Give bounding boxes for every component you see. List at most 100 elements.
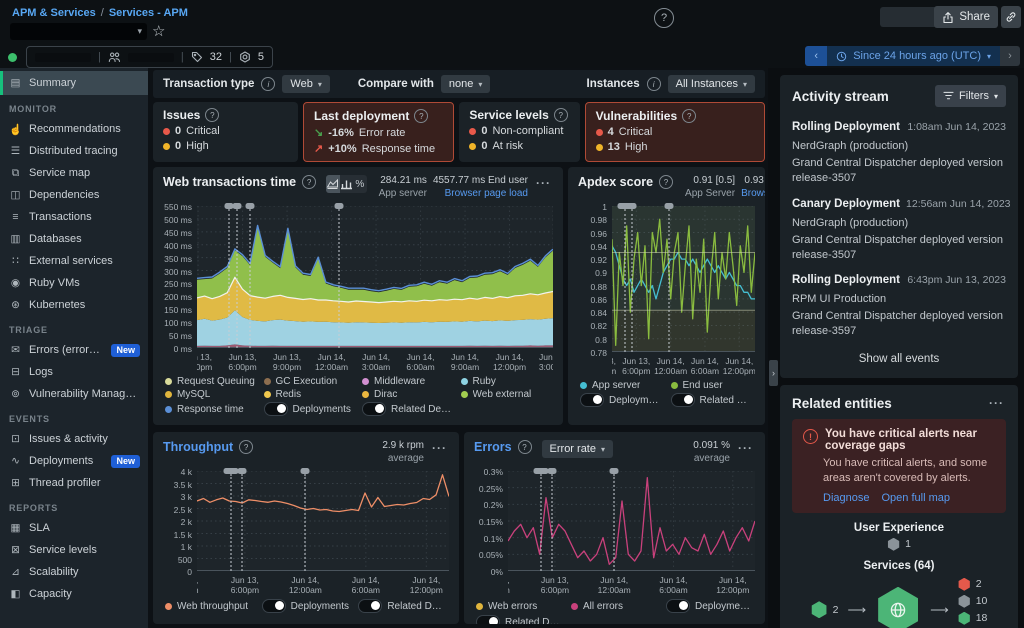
toggle-switch[interactable] [666, 599, 690, 613]
area-chart-toggle[interactable] [326, 175, 339, 193]
legend-deployments[interactable]: Deployments [264, 402, 355, 416]
current-service-node[interactable] [875, 587, 921, 628]
card-vulnerabilities[interactable]: Vulnerabilities?4Critical13High [585, 102, 765, 162]
activity-event[interactable]: Rolling Deployment6:43pm Jun 13, 2023RPM… [780, 264, 1018, 341]
help-icon[interactable]: ? [414, 109, 428, 123]
legend-deployments[interactable]: Deployments [580, 393, 663, 407]
web-transactions-chart[interactable] [197, 206, 553, 348]
collapse-rail-handle[interactable]: › [769, 360, 778, 386]
bar-chart-toggle[interactable] [340, 175, 353, 193]
sidebar-item-databases[interactable]: ▥Databases [0, 228, 148, 250]
instances-dropdown[interactable]: All Instances ▾ [668, 75, 755, 93]
show-all-events-link[interactable]: Show all events [780, 353, 1018, 365]
breadcrumb-link-services-apm[interactable]: Services - APM [109, 7, 188, 19]
deployment-marker-pin[interactable] [232, 203, 241, 209]
copy-link-button[interactable] [1001, 6, 1021, 28]
user-experience-entity[interactable]: 1 [887, 538, 911, 551]
sidebar-item-vulnerability-management[interactable]: ⊚Vulnerability Management [0, 383, 148, 405]
time-back-button[interactable]: ‹ [805, 46, 827, 66]
help-icon[interactable]: ? [239, 440, 253, 454]
throughput-chart[interactable] [197, 471, 449, 571]
activity-event[interactable]: Canary Deployment12:56am Jun 14, 2023Ner… [780, 188, 1018, 265]
breadcrumb-link-apm-services[interactable]: APM & Services [12, 7, 96, 19]
deployment-marker-pin[interactable] [335, 203, 344, 209]
sidebar-item-deployments[interactable]: ∿DeploymentsNew [0, 450, 148, 472]
percent-toggle[interactable]: % [353, 175, 366, 193]
info-icon[interactable]: i [647, 77, 661, 91]
entity-name-dropdown[interactable]: ▾ [10, 23, 147, 40]
sidebar-item-external-services[interactable]: ∷External services [0, 250, 148, 272]
service-group[interactable]: 18 [958, 612, 988, 625]
help-icon[interactable]: ? [518, 440, 532, 454]
filters-button[interactable]: Filters ▾ [935, 85, 1006, 107]
open-full-map-link[interactable]: Open full map [881, 492, 949, 504]
help-icon[interactable]: ? [682, 109, 696, 123]
errors-chart[interactable] [508, 471, 755, 571]
deployment-marker-pin[interactable] [301, 468, 310, 474]
throughput-title-link[interactable]: Throughput [163, 440, 233, 454]
deployment-marker-pin[interactable] [238, 468, 247, 474]
deployment-marker-pin[interactable] [534, 468, 549, 474]
favorite-star-icon[interactable]: ☆ [152, 22, 165, 40]
browser-link[interactable]: Browser [741, 188, 765, 201]
tags-count[interactable]: 32 [210, 51, 222, 63]
sidebar-item-sla[interactable]: ▦SLA [0, 517, 148, 539]
deployment-marker-pin[interactable] [610, 468, 619, 474]
help-icon[interactable]: ? [205, 108, 219, 122]
errors-title-link[interactable]: Errors [474, 440, 512, 454]
more-options-button[interactable]: ··· [987, 395, 1006, 411]
help-button[interactable]: ? [654, 8, 674, 28]
time-range-dropdown[interactable]: Since 24 hours ago (UTC) ▾ [827, 46, 1000, 66]
deployment-marker-pin[interactable] [548, 468, 557, 474]
diagnose-link[interactable]: Diagnose [823, 492, 869, 504]
sidebar-item-scalability[interactable]: ⊿Scalability [0, 561, 148, 583]
time-forward-button[interactable]: › [1000, 46, 1020, 66]
activity-event[interactable]: Rolling Deployment1:08am Jun 14, 2023Ner… [780, 111, 1018, 188]
card-issues[interactable]: Issues?0Critical0High [153, 102, 298, 162]
card-service-levels[interactable]: Service levels?0Non-compliant0At risk [459, 102, 579, 162]
sidebar-item-errors-errors-inbox[interactable]: ✉Errors (errors inbox)New [0, 339, 148, 361]
browser-page-load-link[interactable]: Browser page load [433, 188, 528, 201]
toggle-switch[interactable] [262, 599, 286, 613]
toggle-switch[interactable] [264, 402, 288, 416]
help-icon[interactable]: ? [302, 175, 316, 189]
error-rate-dropdown[interactable]: Error rate ▾ [542, 440, 613, 458]
legend-deployments[interactable]: Deployments [262, 599, 351, 613]
sidebar-item-dependencies[interactable]: ◫Dependencies [0, 184, 148, 206]
apdex-chart[interactable] [612, 206, 755, 352]
toggle-switch[interactable] [362, 402, 386, 416]
legend-related-deployments[interactable]: Related Deployments [362, 402, 453, 416]
card-last-deployment[interactable]: Last deployment?↘-16%Error rate↗+10%Resp… [303, 102, 454, 162]
toggle-switch[interactable] [580, 393, 604, 407]
toggle-switch[interactable] [358, 599, 382, 613]
share-button[interactable]: Share [934, 6, 998, 28]
sidebar-item-recommendations[interactable]: ☝Recommendations [0, 118, 148, 140]
sidebar-item-distributed-tracing[interactable]: ☰Distributed tracing [0, 140, 148, 162]
sidebar-item-ruby-vms[interactable]: ◉Ruby VMs [0, 272, 148, 294]
legend-related-deployments[interactable]: Related Deployments [358, 599, 447, 613]
sidebar-item-kubernetes[interactable]: ⊛Kubernetes [0, 294, 148, 316]
more-options-button[interactable]: ··· [534, 175, 553, 191]
transaction-type-dropdown[interactable]: Web ▾ [282, 75, 329, 93]
deployment-marker-pin[interactable] [246, 203, 255, 209]
sidebar-item-transactions[interactable]: ≡Transactions [0, 206, 148, 228]
help-icon[interactable]: ? [554, 108, 568, 122]
compare-with-dropdown[interactable]: none ▾ [441, 75, 491, 93]
sidebar-item-logs[interactable]: ⊟Logs [0, 361, 148, 383]
deployment-marker-pin[interactable] [665, 203, 674, 209]
service-group[interactable]: 10 [958, 595, 988, 608]
legend-related-deployments[interactable]: Related Deployments [476, 615, 563, 624]
sidebar-item-issues-activity[interactable]: ⊡Issues & activity [0, 428, 148, 450]
info-icon[interactable]: i [261, 77, 275, 91]
sidebar-item-service-levels[interactable]: ⊠Service levels [0, 539, 148, 561]
deployment-marker-pin[interactable] [628, 203, 637, 209]
upstream-services-node[interactable]: 2 [811, 601, 839, 618]
more-options-button[interactable]: ··· [430, 440, 449, 456]
legend-deployments[interactable]: Deployments [666, 599, 753, 613]
sidebar-item-thread-profiler[interactable]: ⊞Thread profiler [0, 472, 148, 494]
sidebar-item-service-map[interactable]: ⧉Service map [0, 162, 148, 184]
legend-related-deployme[interactable]: Related Deployme... [671, 393, 754, 407]
toggle-switch[interactable] [671, 393, 695, 407]
upstream-entity[interactable]: 2 [811, 601, 839, 618]
help-icon[interactable]: ? [659, 175, 673, 189]
